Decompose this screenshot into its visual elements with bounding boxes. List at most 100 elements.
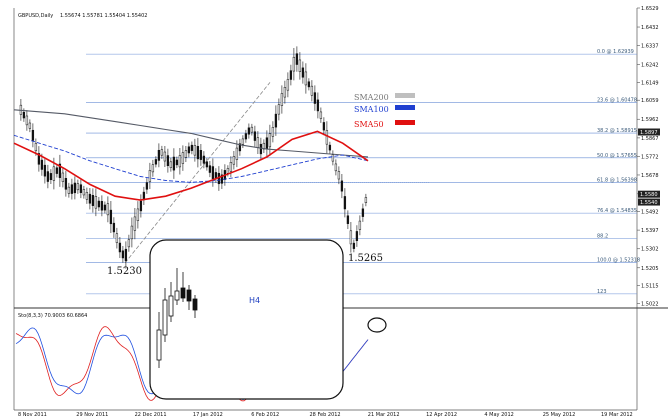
candle-body — [97, 200, 101, 208]
fibonacci-label: 123 — [597, 289, 607, 295]
price-tick-label: 1.5678 — [641, 173, 659, 179]
price-tick-label: 1.5772 — [641, 155, 659, 161]
fibonacci-label: 88.2 — [597, 234, 608, 240]
candle-body — [100, 201, 104, 211]
candle-body — [226, 168, 230, 174]
candle-body — [316, 99, 320, 112]
price-tick-label: 1.6242 — [641, 62, 659, 68]
candle-body — [193, 145, 197, 156]
time-tick-label: 19 Mar 2012 — [601, 412, 633, 418]
candle-body — [64, 178, 68, 190]
candle-body — [157, 149, 161, 161]
chart-canvas: GBPUSD,Daily 1.55674 1.55781 1.55404 1.5… — [13, 6, 668, 418]
price-highlight-label: 1.5580 — [640, 192, 658, 198]
symbol-label: GBPUSD,Daily — [18, 13, 53, 19]
trendline-group — [124, 82, 271, 264]
candle-body — [235, 147, 239, 160]
candle-body — [337, 171, 341, 180]
candle-body — [298, 59, 302, 72]
candle-body — [82, 189, 86, 196]
legend-swatch-sma100 — [395, 105, 415, 110]
candle-body — [310, 85, 314, 96]
candle-body — [106, 203, 110, 216]
candle-body — [343, 196, 347, 210]
legend-swatch-sma200 — [395, 93, 415, 98]
candle-body — [49, 173, 53, 180]
candle-body — [271, 127, 275, 137]
candle-body — [139, 200, 143, 212]
fibonacci-label: 100.0 @ 1.52318 — [597, 258, 640, 264]
fibonacci-label: 38.2 @ 1.58915 — [597, 128, 637, 134]
ohlc-label: 1.55674 1.55781 1.55404 1.55402 — [60, 13, 147, 19]
legend-label-sma200: SMA200 — [354, 93, 389, 102]
price-tick-label: 1.6432 — [641, 25, 659, 31]
fibonacci-label: 0.0 @ 1.62939 — [597, 49, 634, 55]
price-tick-label: 1.5962 — [641, 117, 659, 123]
trendline — [124, 82, 271, 264]
candle-body — [265, 137, 269, 149]
inset-candle-body — [168, 295, 174, 317]
candle-body — [322, 122, 326, 131]
candle-body — [232, 156, 236, 165]
candle-body — [244, 133, 248, 140]
candle-body — [46, 171, 50, 182]
price-tick-label: 1.5115 — [641, 283, 659, 289]
candle-body — [340, 180, 344, 192]
price-tick-label: 1.6059 — [641, 98, 659, 104]
candle-body — [88, 193, 92, 204]
candle-body — [205, 161, 209, 168]
candle-body — [172, 156, 176, 171]
candle-body — [160, 149, 164, 156]
candle-body — [22, 111, 26, 119]
inset-candle-body — [186, 289, 192, 302]
candle-body — [253, 131, 257, 141]
candle-body — [133, 216, 137, 231]
candle-body — [292, 56, 296, 72]
candle-body — [79, 184, 83, 193]
time-tick-label: 22 Dec 2011 — [135, 412, 167, 418]
price-tick-label: 1.5397 — [641, 228, 659, 234]
candle-body — [166, 155, 170, 167]
time-tick-label: 29 Nov 2011 — [76, 412, 108, 418]
time-tick-label: 12 Apr 2012 — [426, 412, 457, 418]
inset-candle-body — [180, 287, 186, 299]
candle-body — [274, 113, 278, 128]
candle-body — [256, 137, 260, 148]
candle-body — [61, 172, 65, 182]
candle-body — [190, 144, 194, 151]
candle-body — [148, 170, 152, 182]
sma-line-sma100 — [13, 134, 369, 183]
time-tick-label: 25 May 2012 — [543, 412, 576, 418]
inset-candle-body — [192, 298, 198, 311]
candle-body — [247, 127, 251, 135]
candle-body — [94, 196, 98, 209]
legend-label-sma100: SMA100 — [354, 105, 389, 114]
inset-candle-body — [156, 329, 162, 361]
price-tick-label: 1.6337 — [641, 44, 659, 50]
candle-body — [127, 239, 131, 248]
price-tick-label: 1.5022 — [641, 302, 659, 308]
candle-body — [268, 133, 272, 148]
candle-body — [361, 208, 365, 217]
candle-body — [325, 130, 329, 145]
legend-swatch-sma50 — [395, 120, 415, 125]
chart-window: GBPUSD,Daily 1.55674 1.55781 1.55404 1.5… — [0, 0, 668, 418]
candle-body — [187, 146, 191, 154]
candle-body — [118, 242, 122, 253]
candle-body — [130, 225, 134, 240]
stochastic-circle-marker — [367, 317, 387, 333]
candle-body — [154, 159, 158, 165]
price-highlight-label: 1.5897 — [640, 130, 658, 136]
candle-body — [196, 146, 200, 160]
candle-body — [115, 233, 119, 243]
candle-body — [349, 230, 353, 245]
candle-body — [178, 155, 182, 168]
price-tick-label: 1.6529 — [641, 6, 659, 12]
candle-body — [346, 215, 350, 224]
price-tick-label: 1.6149 — [641, 81, 659, 87]
time-tick-label: 21 Mar 2012 — [368, 412, 400, 418]
h4-inset-box — [149, 239, 344, 400]
price-highlight-label: 1.5540 — [640, 200, 658, 206]
time-tick-label: 17 Jan 2012 — [193, 412, 223, 418]
fibonacci-label: 61.8 @ 1.56398 — [597, 177, 637, 183]
